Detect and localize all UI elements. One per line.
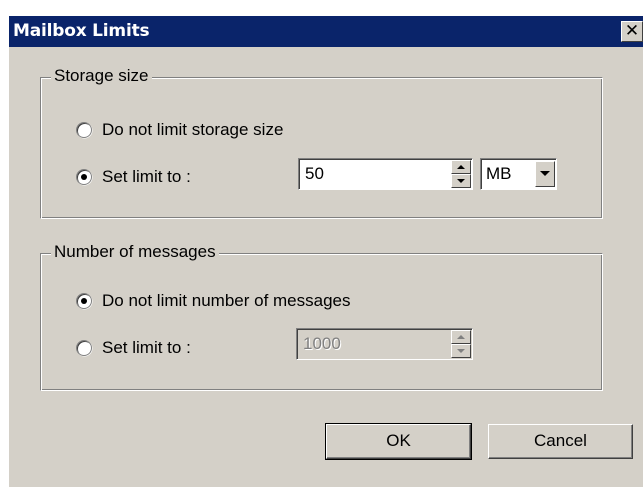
messages-no-limit-radio[interactable] (76, 293, 92, 309)
storage-set-limit-radio[interactable] (76, 169, 92, 185)
selected-dot (81, 174, 87, 180)
storage-no-limit-label: Do not limit storage size (102, 120, 284, 139)
storage-size-legend: Storage size (51, 66, 152, 86)
arrow-up-icon (457, 335, 465, 339)
mailbox-limits-dialog: Mailbox Limits ✕ Storage size Do not lim… (8, 16, 643, 487)
messages-no-limit-label: Do not limit number of messages (102, 291, 351, 310)
close-button[interactable]: ✕ (621, 21, 643, 42)
title-bar: Mailbox Limits ✕ (9, 16, 643, 47)
storage-spin-up-button[interactable] (451, 160, 471, 174)
arrow-up-icon (457, 165, 465, 169)
storage-no-limit-radio[interactable] (76, 122, 92, 138)
messages-limit-value: 1000 (303, 334, 341, 353)
messages-limit-spinner: 1000 (296, 328, 473, 360)
storage-unit-value: MB (486, 164, 512, 183)
messages-set-limit-radio[interactable] (76, 340, 92, 356)
messages-spin-up-button (451, 330, 471, 344)
chevron-down-icon (540, 171, 550, 176)
cancel-button[interactable]: Cancel (488, 424, 633, 459)
unit-dropdown-button[interactable] (535, 161, 555, 187)
storage-set-limit-option[interactable]: Set limit to : (76, 167, 191, 187)
messages-spin-down-button (451, 344, 471, 358)
storage-set-limit-label: Set limit to : (102, 167, 191, 186)
ok-button[interactable]: OK (325, 423, 472, 460)
messages-no-limit-option[interactable]: Do not limit number of messages (76, 291, 351, 311)
number-of-messages-group: Number of messages Do not limit number o… (40, 242, 603, 391)
dialog-title: Mailbox Limits (13, 21, 150, 41)
storage-spin-down-button[interactable] (451, 174, 471, 188)
arrow-down-icon (457, 179, 465, 183)
messages-set-limit-label: Set limit to : (102, 338, 191, 357)
storage-limit-value[interactable]: 50 (305, 164, 324, 184)
close-icon: ✕ (624, 21, 640, 40)
storage-limit-spinner[interactable]: 50 (298, 158, 473, 190)
storage-spin-arrows (451, 160, 471, 188)
storage-size-group: Storage size Do not limit storage size S… (40, 66, 603, 219)
messages-set-limit-option[interactable]: Set limit to : (76, 338, 191, 358)
messages-spin-arrows (451, 330, 471, 358)
storage-no-limit-option[interactable]: Do not limit storage size (76, 120, 283, 140)
arrow-down-icon (457, 349, 465, 353)
number-of-messages-legend: Number of messages (51, 242, 219, 262)
selected-dot (81, 298, 87, 304)
storage-unit-select[interactable]: MB (480, 158, 557, 190)
